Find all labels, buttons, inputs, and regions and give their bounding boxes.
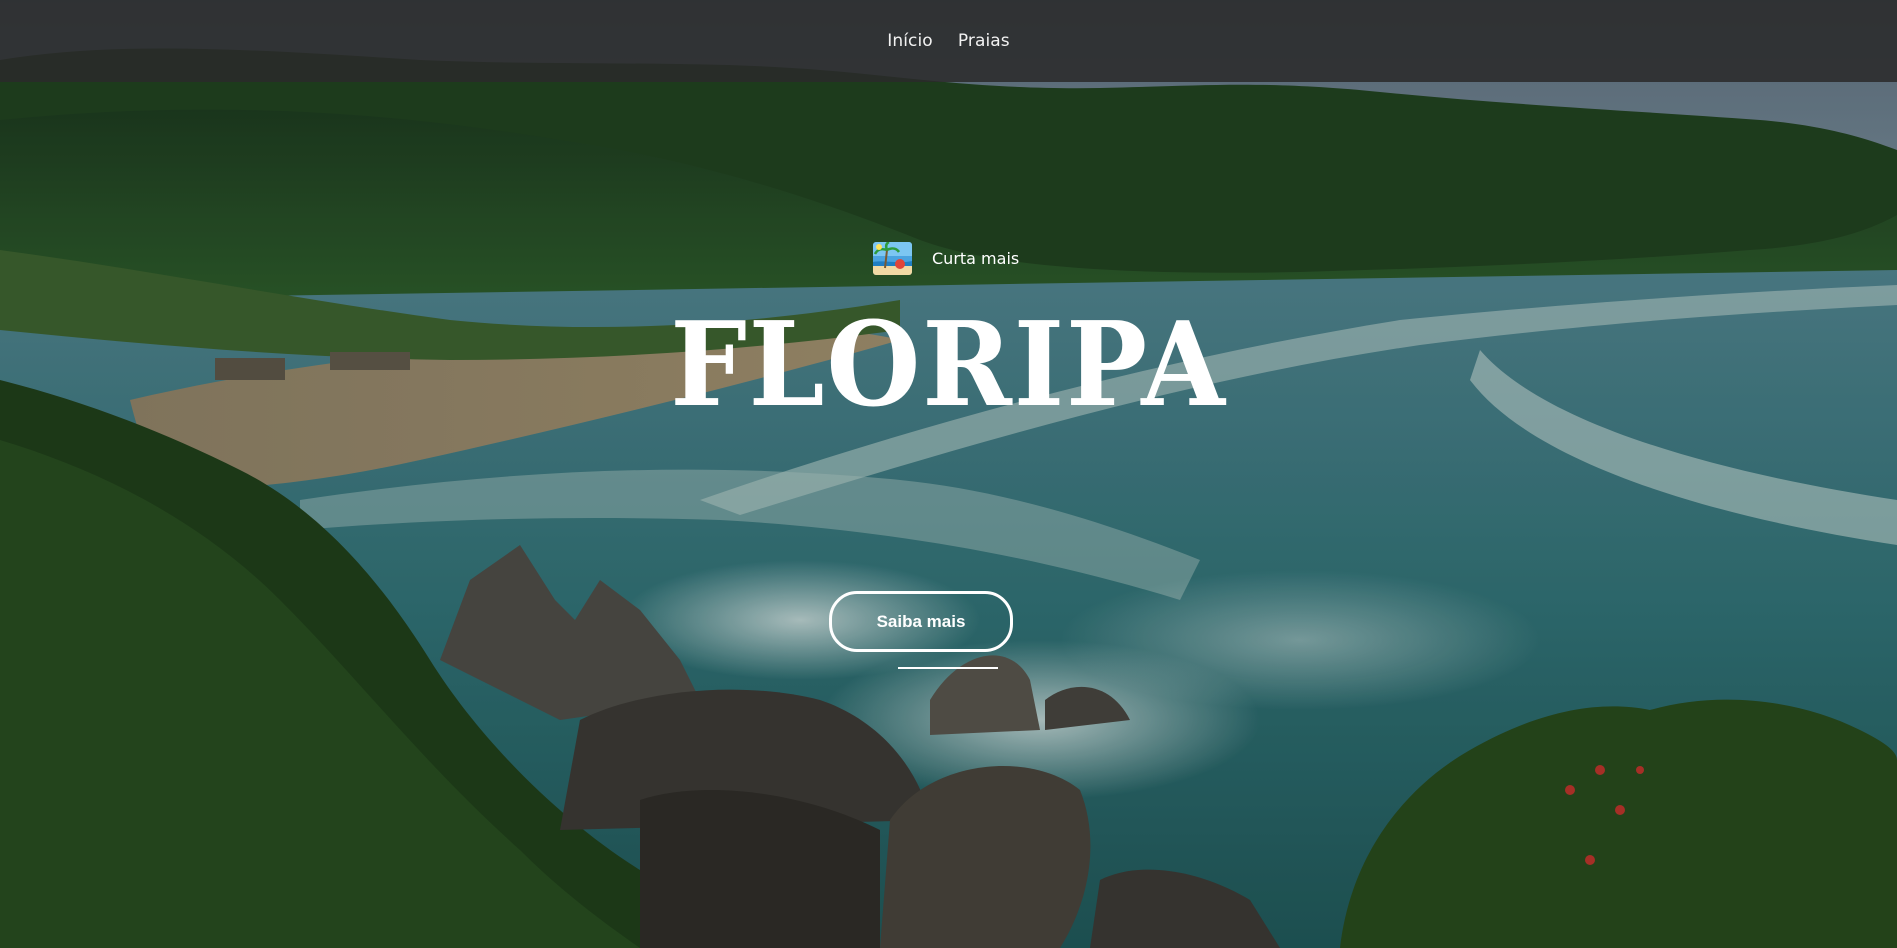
hero-title: FLORIPA (670, 297, 1227, 433)
hero-section: Início Praias Curta mais FLORIPA Saiba m… (0, 0, 1897, 948)
hero-overlay (0, 0, 1897, 948)
nav-link-inicio[interactable]: Início (887, 31, 933, 51)
top-navigation-bar: Início Praias (0, 0, 1897, 82)
nav-link-praias[interactable]: Praias (958, 31, 1010, 51)
cta-underline-divider (898, 667, 998, 669)
beach-icon (873, 242, 912, 275)
saiba-mais-button[interactable]: Saiba mais (829, 591, 1013, 652)
main-nav: Início Praias (0, 0, 1897, 82)
hero-tagline: Curta mais (873, 242, 1019, 275)
tagline-text: Curta mais (932, 249, 1020, 268)
